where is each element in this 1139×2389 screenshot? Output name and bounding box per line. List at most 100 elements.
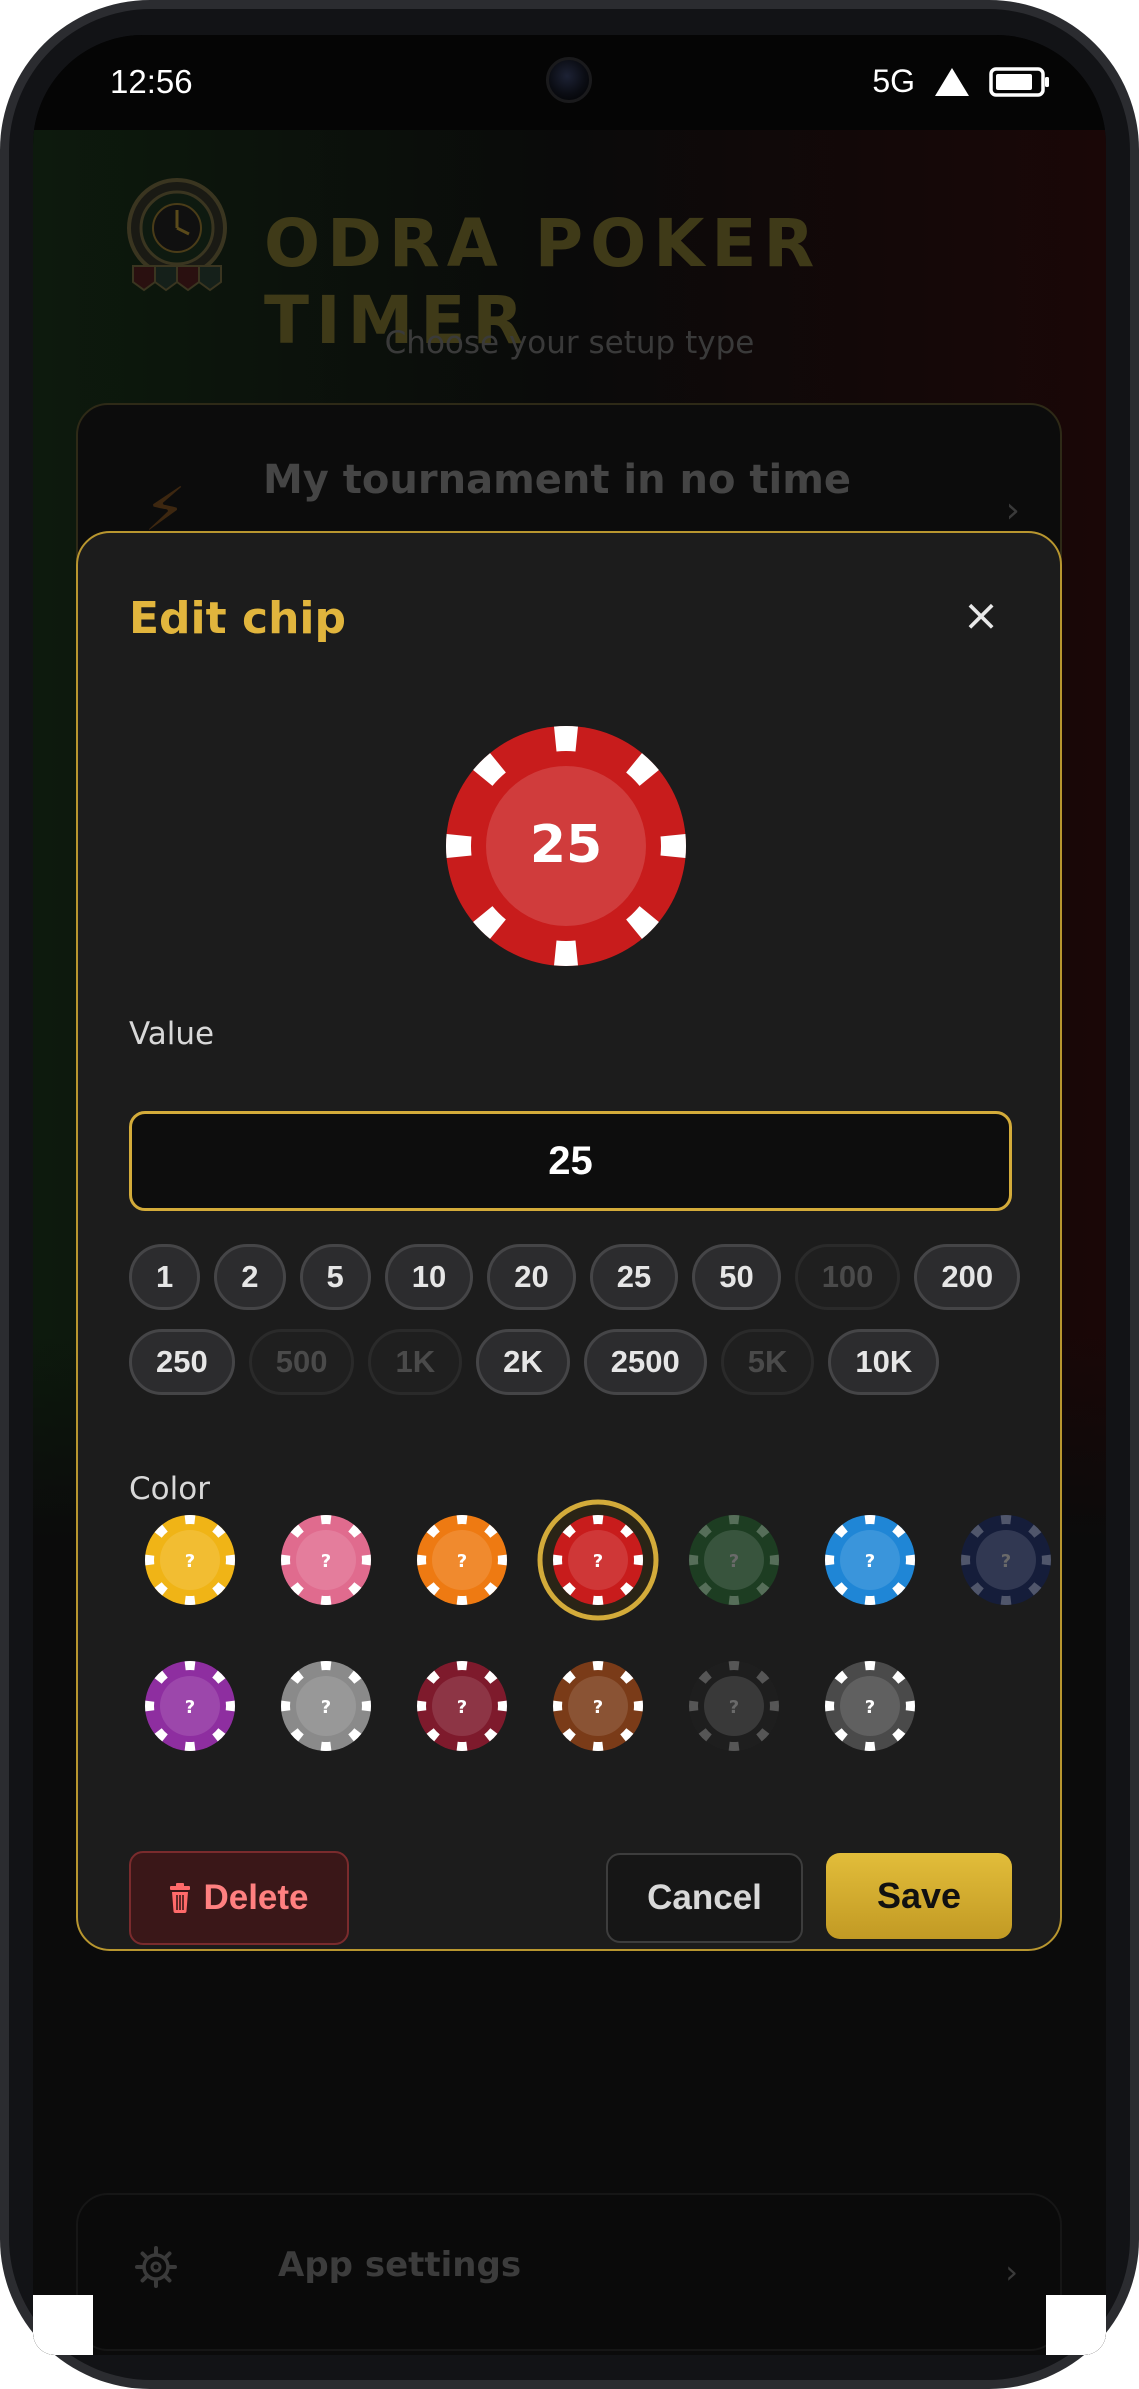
app-subtitle: Choose your setup type [384, 325, 755, 361]
quick-setup-title: My tournament in no time [263, 457, 852, 503]
delete-button[interactable]: Delete [129, 1851, 349, 1945]
chip-stripe [660, 834, 686, 858]
swatch-stripe [592, 1661, 604, 1671]
preset-value-button: 5K [720, 1329, 815, 1395]
chip-stripe [554, 726, 578, 752]
preset-value-button[interactable]: 2 [214, 1244, 286, 1310]
dialog-actions: Delete Cancel Save [129, 1851, 1012, 1945]
preset-value-button[interactable]: 25 [589, 1244, 679, 1310]
value-input[interactable] [129, 1111, 1012, 1211]
swatch-stripe [769, 1700, 779, 1712]
signal-icon [935, 67, 969, 96]
swatch-stripe [728, 1515, 740, 1525]
swatch-stripe [728, 1741, 740, 1751]
status-bar: 12:56 5G [33, 35, 1106, 130]
color-swatch-brown[interactable]: ? [537, 1645, 659, 1767]
swatch-stripe [905, 1554, 915, 1566]
color-swatch-navy[interactable]: ? [945, 1499, 1067, 1621]
preset-value-button[interactable]: 5 [299, 1244, 371, 1310]
preset-value-button[interactable]: 200 [914, 1244, 1021, 1310]
value-presets: 1 2 5 10 20 25 50 100 200 250 500 1K 2K 2500 5K 10K [129, 1244, 1029, 1414]
phone-screen: 12:56 5G ODRA POKER TIMER Choose your se… [33, 35, 1106, 2355]
cancel-button[interactable]: Cancel [606, 1853, 803, 1943]
chip-stripe [446, 834, 472, 858]
preset-value-button[interactable]: 1 [129, 1244, 201, 1310]
preset-value-button[interactable]: 50 [692, 1244, 781, 1310]
preset-value-button[interactable]: 250 [129, 1329, 235, 1395]
swatch-stripe [320, 1661, 332, 1671]
status-indicators: 5G [872, 63, 1051, 100]
swatch-stripe [320, 1515, 332, 1525]
swatch-stripe [864, 1741, 876, 1751]
swatch-stripe [184, 1515, 196, 1525]
preset-value-button[interactable]: 10K [828, 1329, 940, 1395]
value-label: Value [129, 1016, 215, 1052]
color-swatch-red[interactable]: ? [537, 1499, 659, 1621]
swatch-stripe [1000, 1515, 1012, 1525]
swatch-stripe [1000, 1595, 1012, 1605]
swatch-stripe [1041, 1554, 1051, 1566]
preset-row: 1 2 5 10 20 25 50 100 200 [129, 1244, 1029, 1310]
trash-icon [170, 1883, 191, 1913]
swatch-mark: ? [457, 1697, 467, 1718]
color-swatch-charcoal[interactable]: ? [809, 1645, 931, 1767]
preset-value-button: 500 [248, 1329, 355, 1395]
chip-stripe [554, 940, 578, 966]
swatch-stripe [456, 1661, 468, 1671]
status-time: 12:56 [110, 63, 193, 100]
swatch-stripe [320, 1741, 332, 1751]
preset-value-button[interactable]: 20 [487, 1244, 576, 1310]
swatch-stripe [456, 1741, 468, 1751]
swatch-stripe [905, 1700, 915, 1712]
poker-timer-logo-icon [127, 178, 227, 292]
swatch-stripe [728, 1595, 740, 1605]
color-swatch-burgundy[interactable]: ? [401, 1645, 523, 1767]
swatch-mark: ? [593, 1551, 603, 1572]
color-swatch-black[interactable]: ? [673, 1645, 795, 1767]
chip-preview: 25 [446, 726, 686, 966]
swatch-stripe [417, 1554, 427, 1566]
battery-icon [989, 66, 1049, 97]
swatch-stripe [225, 1700, 235, 1712]
swatch-mark: ? [185, 1551, 195, 1572]
app-settings-card[interactable]: App settings › [76, 2193, 1062, 2351]
network-type: 5G [872, 63, 915, 99]
color-swatch-orange[interactable]: ? [401, 1499, 523, 1621]
close-icon[interactable]: × [958, 593, 1004, 639]
swatch-mark: ? [321, 1551, 331, 1572]
color-swatch-purple[interactable]: ? [129, 1645, 251, 1767]
swatch-mark: ? [865, 1551, 875, 1572]
swatch-mark: ? [321, 1697, 331, 1718]
dialog-title: Edit chip [129, 593, 346, 644]
swatch-stripe [864, 1661, 876, 1671]
preset-value-button[interactable]: 2500 [583, 1329, 707, 1395]
color-swatch-blue[interactable]: ? [809, 1499, 931, 1621]
swatch-stripe [961, 1554, 971, 1566]
preset-value-button[interactable]: 10 [384, 1244, 474, 1310]
swatch-stripe [592, 1515, 604, 1525]
swatch-stripe [320, 1595, 332, 1605]
preset-value-button: 100 [794, 1244, 901, 1310]
swatch-mark: ? [593, 1697, 603, 1718]
save-button[interactable]: Save [826, 1853, 1012, 1939]
swatch-stripe [497, 1554, 507, 1566]
swatch-stripe [145, 1554, 155, 1566]
swatch-mark: ? [1001, 1551, 1011, 1572]
swatch-stripe [417, 1700, 427, 1712]
swatch-stripe [633, 1700, 643, 1712]
swatch-stripe [456, 1595, 468, 1605]
color-swatch-yellow[interactable]: ? [129, 1499, 251, 1621]
preset-value-button: 1K [368, 1329, 463, 1395]
swatch-stripe [825, 1554, 835, 1566]
swatch-stripe [769, 1554, 779, 1566]
swatch-mark: ? [457, 1551, 467, 1572]
delete-label: Delete [203, 1878, 309, 1917]
color-swatch-gray[interactable]: ? [265, 1645, 387, 1767]
swatch-stripe [864, 1515, 876, 1525]
chip-preview-value: 25 [530, 815, 602, 875]
edit-chip-dialog: Edit chip × 25 Value 1251020255010020025… [76, 531, 1062, 1951]
preset-value-button[interactable]: 2K [476, 1329, 570, 1395]
color-swatch-dark-green[interactable]: ? [673, 1499, 795, 1621]
swatch-stripe [184, 1741, 196, 1751]
color-swatch-pink[interactable]: ? [265, 1499, 387, 1621]
